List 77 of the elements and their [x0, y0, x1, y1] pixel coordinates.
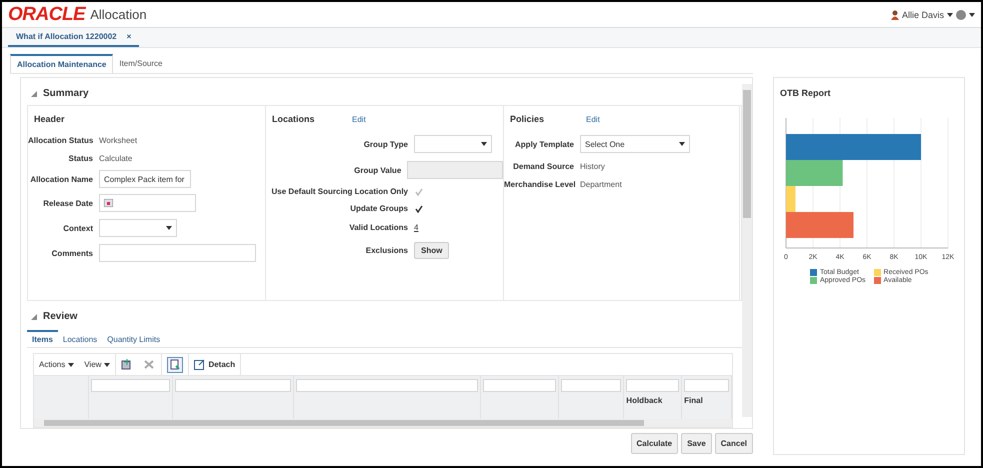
- field-label: Demand Source: [512, 162, 574, 170]
- view-menu[interactable]: View: [79, 354, 116, 375]
- field-label: Status: [68, 154, 93, 162]
- collapse-icon[interactable]: [31, 90, 37, 96]
- field-label: Group Value: [353, 166, 402, 174]
- dropdown[interactable]: [414, 135, 492, 153]
- section-title: Policies: [510, 114, 546, 124]
- review-tab[interactable]: Items: [27, 330, 58, 347]
- section-heading: Review: [43, 311, 78, 322]
- delete-icon[interactable]: [142, 359, 156, 370]
- scrollbar-thumb[interactable]: [743, 90, 751, 218]
- field-label: Release Date: [42, 198, 93, 208]
- column-header[interactable]: Final: [684, 396, 729, 405]
- filter-field[interactable]: [90, 379, 170, 392]
- section-heading: Summary: [43, 88, 89, 99]
- filter-field[interactable]: [626, 379, 680, 392]
- dropdown[interactable]: [99, 219, 177, 237]
- text-field[interactable]: Complex Pack item for: [99, 170, 191, 188]
- checkbox[interactable]: [414, 204, 423, 213]
- section-title: Header: [34, 114, 66, 124]
- dropdown-icon: [166, 226, 172, 230]
- user-name[interactable]: Allie Davis: [902, 10, 944, 20]
- section-title: Locations: [272, 114, 316, 124]
- report-title: OTB Report: [780, 88, 832, 98]
- filter-field[interactable]: [561, 379, 622, 392]
- dropdown-icon: [104, 362, 110, 366]
- date-field[interactable]: [99, 194, 196, 212]
- field-label: Group Type: [362, 140, 408, 148]
- action-button[interactable]: Calculate: [630, 433, 678, 454]
- valid-locations-link[interactable]: 4: [414, 222, 418, 232]
- review-tab[interactable]: Locations: [58, 330, 102, 347]
- detach-button[interactable]: Detach: [189, 354, 242, 375]
- collapse-icon[interactable]: [31, 314, 37, 320]
- field-label: Merchandise Level: [504, 180, 574, 188]
- field-label: Comments: [50, 248, 93, 258]
- app-title: Allocation: [90, 7, 147, 22]
- edit-link[interactable]: Edit: [586, 114, 600, 124]
- dropdown-icon: [68, 362, 74, 366]
- dropdown-icon: [679, 142, 685, 146]
- review-tab[interactable]: Quantity Limits: [102, 330, 166, 347]
- dropdown-icon: [481, 142, 487, 146]
- field-label: Valid Locations: [348, 222, 408, 232]
- field-label: Allocation Name: [29, 174, 93, 184]
- show-button[interactable]: Show: [414, 242, 450, 258]
- calendar-icon[interactable]: [104, 199, 113, 207]
- field-label: Use Default Sourcing Location Only: [270, 187, 408, 196]
- filter-field[interactable]: [174, 379, 292, 392]
- edit-link[interactable]: Edit: [352, 114, 366, 124]
- text-field[interactable]: [99, 244, 256, 262]
- field-label: Context: [62, 224, 93, 232]
- field-label: Allocation Status: [28, 136, 93, 144]
- field-value: Department: [580, 180, 622, 188]
- field-label: Apply Template: [514, 140, 574, 148]
- filter-field[interactable]: [482, 379, 556, 392]
- tab-label: What if Allocation 1220002: [16, 32, 117, 41]
- logo: ORACLE: [8, 4, 86, 26]
- field-value: Calculate: [99, 154, 132, 162]
- action-button[interactable]: Save: [681, 433, 712, 454]
- action-button[interactable]: Cancel: [714, 433, 753, 454]
- dropdown-icon: [969, 12, 975, 16]
- user-avatar-icon: [890, 10, 899, 20]
- dropdown-icon: [947, 12, 953, 16]
- field-label: Update Groups: [349, 204, 408, 213]
- scrollbar-thumb[interactable]: [44, 420, 644, 426]
- column-header[interactable]: Holdback: [626, 396, 680, 405]
- document-tab[interactable]: What if Allocation 1220002 ×: [8, 28, 140, 47]
- close-icon[interactable]: ×: [126, 32, 132, 41]
- add-rows-icon[interactable]: [121, 359, 132, 370]
- field-label: Exclusions: [364, 246, 408, 254]
- filter-field[interactable]: [296, 379, 478, 392]
- detach-icon: [194, 359, 206, 370]
- actions-menu[interactable]: Actions: [34, 354, 80, 375]
- field-value: History: [580, 162, 605, 170]
- field-value: Worksheet: [99, 136, 138, 144]
- filter-field[interactable]: [684, 379, 729, 392]
- page-tab[interactable]: Allocation Maintenance: [10, 54, 114, 73]
- dropdown[interactable]: Select One: [580, 135, 690, 153]
